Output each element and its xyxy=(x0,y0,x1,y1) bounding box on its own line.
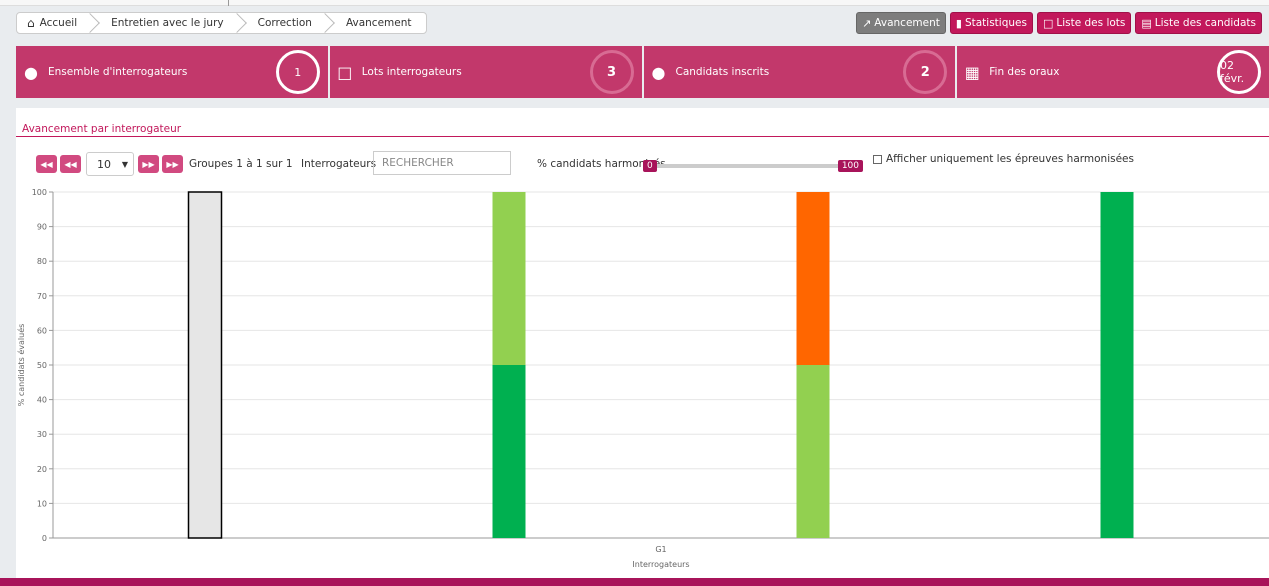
breadcrumb-avancement[interactable]: Avancement xyxy=(326,13,426,33)
card-lots-label: Lots interrogateurs xyxy=(361,66,462,78)
card-candidats-value: 2 xyxy=(903,50,948,94)
breadcrumb: ⌂ Accueil Entretien avec le jury Correct… xyxy=(16,12,427,34)
first-page-icon: ◀◀ xyxy=(40,159,53,169)
folder-icon: □ xyxy=(1042,16,1054,30)
bar-segment xyxy=(796,192,830,365)
bar-segment xyxy=(1100,192,1134,538)
liste-lots-button[interactable]: □ Liste des lots xyxy=(1036,12,1132,34)
card-lots-value: 3 xyxy=(589,50,634,94)
breadcrumb-correction[interactable]: Correction xyxy=(238,13,326,33)
liste-lots-button-label: Liste des lots xyxy=(1056,17,1126,29)
top-strip xyxy=(0,0,1269,6)
line-chart-icon: ↗ xyxy=(862,16,872,30)
bar-segment xyxy=(187,191,223,539)
stat-cards: ● Ensemble d'interrogateurs 1 □ Lots int… xyxy=(16,46,1269,98)
document-icon: ▤ xyxy=(1141,16,1152,30)
y-tick-label: 20 xyxy=(37,465,47,474)
y-tick-label: 10 xyxy=(37,499,47,508)
card-fin-oraux[interactable]: ▦ Fin des oraux 02 févr. xyxy=(957,46,1269,98)
users-icon: ● xyxy=(24,62,38,82)
card-fin-oraux-label: Fin des oraux xyxy=(989,66,1060,78)
slider-track xyxy=(653,164,853,168)
y-tick-label: 0 xyxy=(42,534,47,543)
groups-count: Groupes 1 à 1 sur 1 xyxy=(189,158,293,170)
card-candidats[interactable]: ● Candidats inscrits 2 xyxy=(643,46,956,98)
avancement-chart: 0 10 20 30 40 50 60 70 80 90 100 G1 Interrogateurs… xyxy=(16,188,1269,569)
breadcrumb-label-correction: Correction xyxy=(257,17,312,29)
y-tick-label: 70 xyxy=(37,292,47,301)
breadcrumb-label-entretien: Entretien avec le jury xyxy=(111,17,224,29)
y-axis: 0 10 20 30 40 50 60 70 80 90 100 xyxy=(32,188,54,543)
card-interrogateurs-value: 1 xyxy=(275,50,320,94)
folder-icon: □ xyxy=(337,62,353,82)
y-tick-label: 30 xyxy=(37,430,47,439)
footer-bar xyxy=(0,578,1269,586)
next-page-button[interactable]: ▶▶ xyxy=(138,155,159,173)
bar-segment xyxy=(796,365,830,538)
calendar-icon: ▦ xyxy=(964,62,980,82)
next-page-icon: ▶▶ xyxy=(142,159,155,169)
avancement-button-label: Avancement xyxy=(874,17,940,29)
chevron-down-icon: ▼ xyxy=(121,159,128,169)
bar-segment xyxy=(492,192,526,365)
liste-candidats-button[interactable]: ▤ Liste des candidats xyxy=(1135,12,1262,34)
panel-title: Avancement par interrogateur xyxy=(22,123,182,135)
first-page-button[interactable]: ◀◀ xyxy=(36,155,57,173)
statistiques-button-label: Statistiques xyxy=(964,17,1027,29)
y-tick-label: 40 xyxy=(37,396,47,405)
home-icon: ⌂ xyxy=(27,16,35,30)
pagination-toolbar: ◀◀ ◀◀ 10 ▼ ▶▶ ▶▶ Groupes 1 à 1 sur 1 xyxy=(36,152,293,176)
breadcrumb-label-accueil: Accueil xyxy=(39,17,78,29)
liste-candidats-button-label: Liste des candidats xyxy=(1154,17,1256,29)
slider-max-handle[interactable]: 100 xyxy=(837,160,863,172)
y-tick-label: 60 xyxy=(37,326,47,335)
checkbox-label: Afficher uniquement les épreuves harmoni… xyxy=(886,153,1134,165)
harmonise-only-checkbox[interactable]: Afficher uniquement les épreuves harmoni… xyxy=(873,153,1134,165)
y-tick-label: 100 xyxy=(32,188,47,197)
y-tick-label: 80 xyxy=(37,257,47,266)
search-input[interactable]: RECHERCHER xyxy=(373,151,511,175)
statistiques-button[interactable]: ▮ Statistiques xyxy=(949,12,1033,34)
breadcrumb-home[interactable]: ⌂ Accueil xyxy=(17,13,91,33)
slider-min-handle[interactable]: 0 xyxy=(643,160,657,172)
x-axis: G1 Interrogateurs % candidats évalués xyxy=(16,324,690,569)
last-page-button[interactable]: ▶▶ xyxy=(162,155,183,173)
card-interrogateurs[interactable]: ● Ensemble d'interrogateurs 1 xyxy=(16,46,328,98)
breadcrumb-label-avancement: Avancement xyxy=(345,17,412,29)
bar-segment xyxy=(492,365,526,538)
chart-grid xyxy=(53,191,1269,539)
card-interrogateurs-label: Ensemble d'interrogateurs xyxy=(48,66,188,78)
users-icon: ● xyxy=(651,62,666,82)
y-axis-label: % candidats évalués xyxy=(16,324,26,407)
page-size-value: 10 xyxy=(97,157,111,171)
avancement-panel: Avancement par interrogateur ◀◀ ◀◀ 10 ▼ … xyxy=(16,108,1269,578)
avancement-button[interactable]: ↗ Avancement xyxy=(856,12,946,34)
top-button-group: ↗ Avancement ▮ Statistiques □ Liste des … xyxy=(856,12,1262,34)
y-tick-label: 50 xyxy=(37,361,47,370)
x-tick-label: G1 xyxy=(655,545,666,554)
page-size-select[interactable]: 10 ▼ xyxy=(86,152,134,176)
bar-chart-icon: ▮ xyxy=(955,16,962,30)
interrogateurs-label: Interrogateurs xyxy=(301,158,377,170)
x-axis-label: Interrogateurs xyxy=(632,560,689,569)
checkbox-box[interactable] xyxy=(873,154,882,164)
prev-page-button[interactable]: ◀◀ xyxy=(60,155,81,173)
card-lots[interactable]: □ Lots interrogateurs 3 xyxy=(329,46,642,98)
harmonise-range-slider[interactable]: 0 100 xyxy=(643,159,863,173)
panel-title-underline xyxy=(16,136,1269,137)
card-fin-oraux-value: 02 févr. xyxy=(1217,50,1261,94)
card-candidats-label: Candidats inscrits xyxy=(675,66,770,78)
y-tick-label: 90 xyxy=(37,223,47,232)
prev-page-icon: ◀◀ xyxy=(64,159,77,169)
breadcrumb-entretien[interactable]: Entretien avec le jury xyxy=(91,13,237,33)
last-page-icon: ▶▶ xyxy=(166,159,179,169)
